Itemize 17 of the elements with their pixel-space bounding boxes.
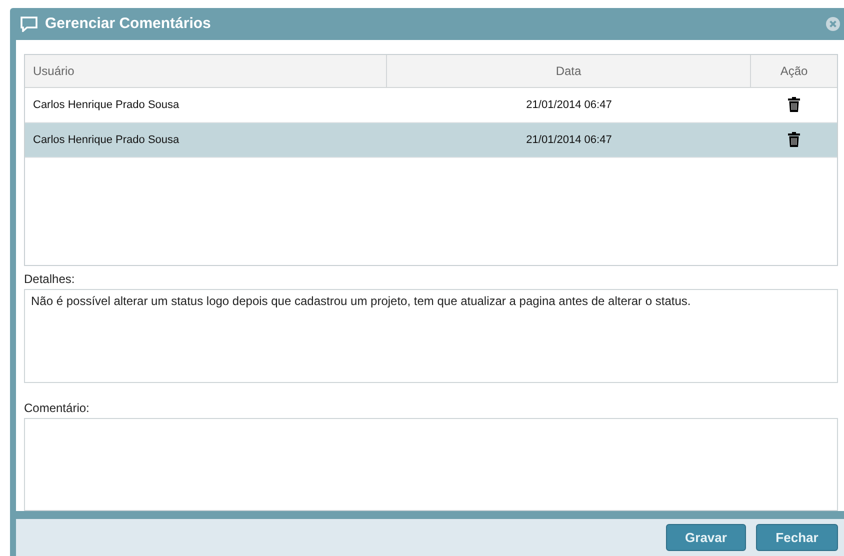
trash-icon[interactable] [788, 132, 800, 148]
details-field[interactable]: Não é possível alterar um status logo depois que cadastrou um projeto, tem que atualizar a pagina antes de alterar o status. [24, 288, 838, 383]
comment-field[interactable] [24, 418, 838, 511]
table-row[interactable]: Carlos Henrique Prado Sousa 21/01/2014 06:47 [25, 122, 837, 158]
table-row[interactable]: Carlos Henrique Prado Sousa 21/01/2014 06:47 [25, 88, 837, 123]
window-title: Gerenciar Comentários [45, 15, 212, 32]
table-cell-text: Carlos Henrique Prado Sousa [32, 98, 180, 111]
field-label: Comentário: [24, 400, 90, 415]
trash-icon[interactable] [788, 97, 800, 112]
table-cell-text: 21/01/2014 06:47 [525, 134, 613, 146]
column-header: Data [387, 54, 751, 87]
table-cell-text: 21/01/2014 06:47 [525, 98, 613, 111]
field-label: Detalhes: [24, 272, 76, 286]
column-header: Usuário [25, 54, 387, 87]
comment-icon [20, 16, 38, 32]
column-header: Ação [779, 62, 809, 80]
table-cell-text: Carlos Henrique Prado Sousa [32, 134, 180, 146]
